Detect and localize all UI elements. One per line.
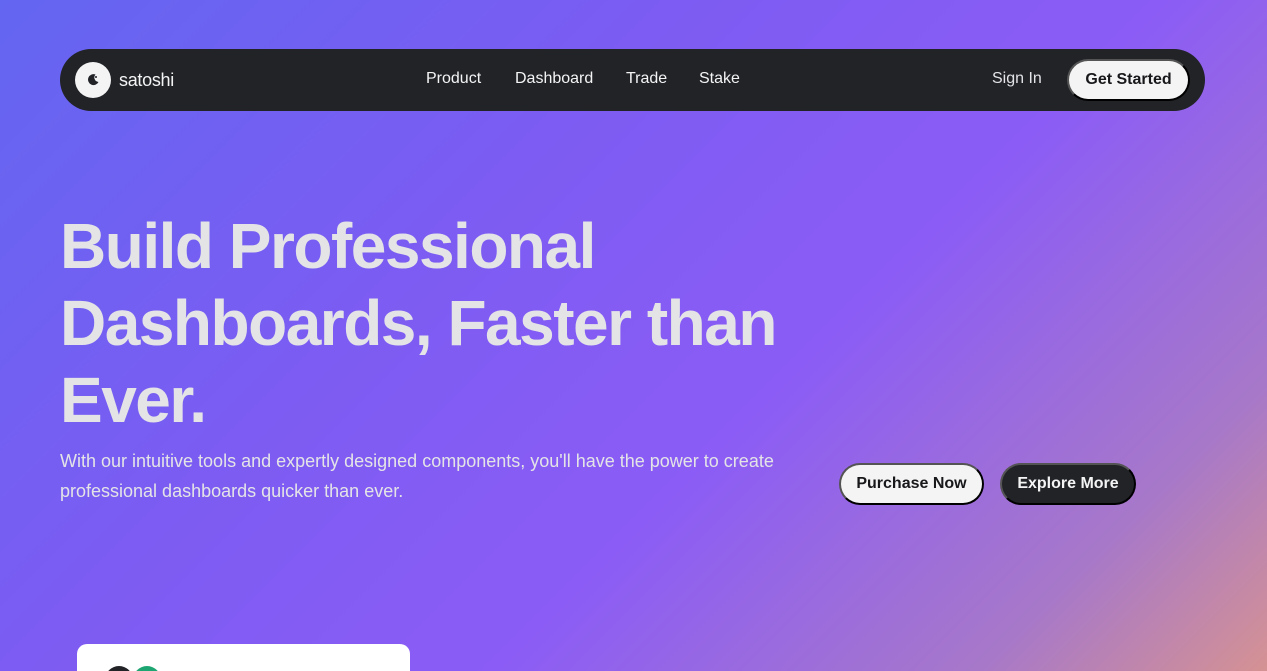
hero-title: Build Professional Dashboards, Faster th…	[60, 210, 777, 436]
avatar	[133, 666, 161, 671]
brand-name: satoshi	[119, 69, 174, 90]
brand-logo[interactable]: satoshi	[75, 62, 174, 98]
preview-card	[77, 644, 410, 671]
nav-link-trade[interactable]: Trade	[626, 70, 667, 88]
sign-in-link[interactable]: Sign In	[992, 70, 1042, 88]
hero-subtitle: With our intuitive tools and expertly de…	[60, 451, 774, 501]
top-navbar: satoshi Product Dashboard Trade Stake Si…	[60, 49, 1205, 111]
get-started-button[interactable]: Get Started	[1067, 59, 1190, 101]
avatar	[105, 666, 133, 671]
purchase-now-button[interactable]: Purchase Now	[839, 463, 984, 505]
nav-link-product[interactable]: Product	[426, 70, 481, 88]
nav-link-stake[interactable]: Stake	[699, 70, 740, 88]
nav-link-dashboard[interactable]: Dashboard	[515, 70, 593, 88]
explore-more-button[interactable]: Explore More	[1000, 463, 1136, 505]
moon-icon	[75, 62, 111, 98]
